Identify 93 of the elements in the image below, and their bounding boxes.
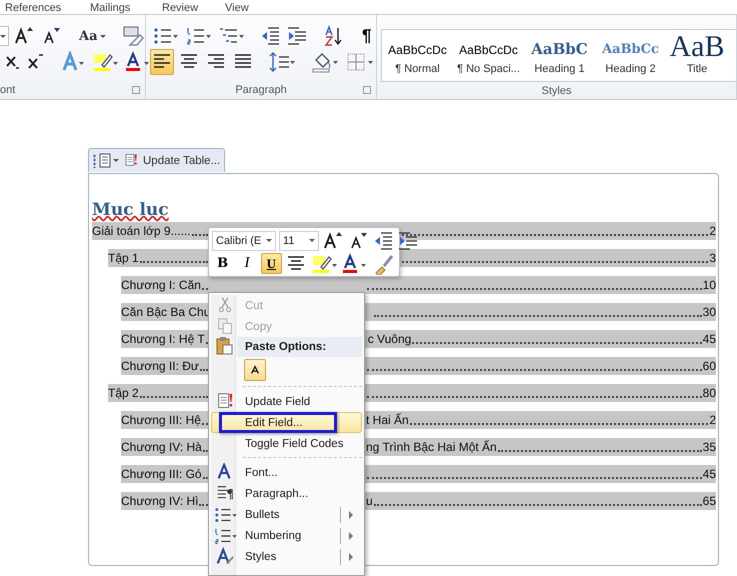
align-left-button[interactable] [150,49,174,75]
page-number: 60 [702,358,716,372]
update-table-button[interactable]: Update Table... [143,154,220,166]
page-number: 45 [702,466,716,480]
show-formatting-button[interactable]: ¶ [357,25,376,47]
page-number: 30 [702,304,716,318]
toc-entry-text[interactable]: Chương I: Hệ T [121,332,205,346]
menu-item[interactable]: Numbering [211,525,362,546]
toc-entry-text[interactable]: Chương II: Đư [121,358,199,372]
ribbon-tab[interactable]: Mailings [90,3,162,14]
font-name-field[interactable]: Calibri (E [212,230,276,250]
toc-entry-text[interactable]: Chương IV: Hì [121,494,198,508]
menu-item[interactable]: Font... [211,462,362,483]
style-gallery-item[interactable]: AaBbC Heading 1 [524,30,595,82]
toc-entry-text[interactable]: Chương IV: Hà [121,440,202,454]
style-gallery-item[interactable]: AaB Title [666,30,728,82]
change-case-button[interactable]: Aa [75,26,108,46]
italic-button[interactable]: I [236,253,258,274]
table-options-button[interactable] [99,153,119,168]
toc-entry-text[interactable]: ng Trình Bậc Hai Một Ấn [366,440,497,454]
menu-item[interactable]: Toggle Field Codes [211,433,362,454]
page-number: 45 [702,332,716,346]
toc-entry-text[interactable]: Chương III: Gó [121,466,202,480]
page-number: 10 [702,278,716,292]
bold-button[interactable]: B [212,253,234,274]
numbered-list-icon [185,25,211,47]
menu-item[interactable]: Bullets [211,504,362,525]
paint-bucket-icon [311,51,339,73]
styles-letter-icon [215,546,235,566]
toc-entry-text[interactable]: t Hai Ấn [366,412,409,426]
text-effects-icon [61,51,85,73]
font-size-field[interactable]: 11 [279,230,319,250]
decrease-indent-icon [260,25,280,47]
style-preview: AaBbCcDc [388,44,447,56]
dialog-launcher-icon[interactable] [363,86,371,94]
font-color-icon [125,51,151,73]
copy-icon [216,316,234,336]
ribbon-tab[interactable]: References [5,3,90,14]
group-label: Styles [542,84,572,97]
group-label: ont [0,84,16,96]
group-label: Paragraph [235,84,287,96]
underline-button[interactable]: U [260,253,282,274]
toc-entry-text[interactable]: Tập 2 [108,386,139,400]
border-grid-icon [346,51,374,73]
grip-icon[interactable] [93,154,96,168]
toc-entry-text[interactable]: Chương I: Căn [121,278,201,292]
grow-font-button[interactable] [322,230,344,251]
style-preview: AaBbC [531,42,588,58]
style-name: Heading 1 [534,63,585,76]
highlighter-icon [92,51,118,73]
font-color-icon [342,252,368,274]
menu-item[interactable]: Styles [211,546,362,567]
toc-entry-text[interactable]: c Vuông [368,332,412,346]
font-color-button[interactable] [340,253,369,274]
page-number: 3 [709,250,716,264]
dialog-launcher-icon[interactable] [132,86,140,94]
page-number: 80 [702,386,716,400]
style-gallery-item[interactable]: AaBbCc Heading 2 [595,30,666,82]
page-number: 2 [709,224,716,238]
style-name: Heading 2 [605,63,656,76]
menu-item[interactable]: Paragraph... [211,483,362,504]
decrease-indent-icon [373,230,393,252]
page-number: 35 [702,440,716,454]
document-icon [99,153,111,168]
font-size-field[interactable] [0,26,9,46]
page-number: 2 [709,412,716,426]
paintbrush-icon [372,252,395,274]
toc-entry-text[interactable]: Tập 1 [108,250,139,264]
style-preview: AaBbCcDc [459,44,518,56]
line-spacing-icon [269,51,295,73]
toc-entry-text[interactable]: Giải toán lớp 9...... [92,224,191,238]
page-number: 65 [702,494,716,508]
increase-indent-icon [398,230,418,252]
style-gallery-item[interactable]: AaBbCcDc ¶ No Spaci... [453,30,524,82]
increase-indent-icon [287,25,307,47]
keep-text-only-button[interactable] [244,359,266,381]
style-preview: AaB [670,32,724,62]
clear-formatting-icon [122,25,144,47]
style-name: ¶ Normal [395,63,440,76]
sort-az-icon [323,25,343,47]
menu-item[interactable]: Update Field [211,391,362,412]
style-name: Title [686,63,708,76]
paste-options-label: Paste Options: [245,341,326,353]
increase-indent-button[interactable] [397,230,419,251]
style-name: ¶ No Spaci... [457,63,520,76]
grow-font-icon [323,230,343,252]
toc-entry-text[interactable]: u [366,494,373,508]
style-gallery-item[interactable]: AaBbCcDc ¶ Normal [382,30,453,82]
toc-heading: Muc luc [92,200,169,222]
toc-entry-text[interactable]: Chương III: Hệ [121,412,201,426]
ribbon-tab[interactable]: Review [162,3,225,14]
ribbon-tab[interactable]: View [225,3,249,14]
style-preview: AaBbCc [602,43,659,56]
